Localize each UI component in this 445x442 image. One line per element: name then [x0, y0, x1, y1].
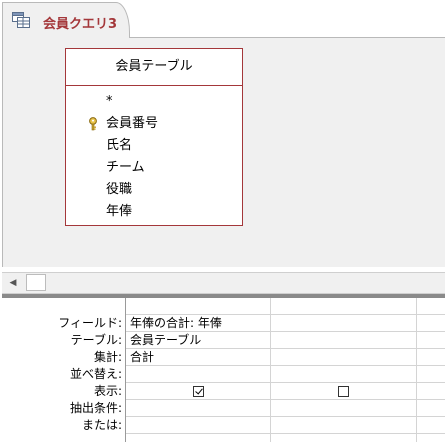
cell-or[interactable]: [126, 417, 270, 434]
field-label: チーム: [106, 160, 145, 175]
query-design-pane: 会員テーブル * 会員番号 氏名 チーム 役職 年俸: [2, 38, 445, 267]
table-field-list[interactable]: 会員テーブル * 会員番号 氏名 チーム 役職 年俸: [65, 48, 243, 226]
field-list: * 会員番号 氏名 チーム 役職 年俸: [66, 91, 242, 223]
query-tab[interactable]: 会員クエリ3: [2, 2, 130, 38]
show-checkbox[interactable]: [192, 386, 204, 397]
grid-column-2: [270, 298, 416, 442]
show-checkbox[interactable]: [338, 386, 349, 397]
cell-sort[interactable]: [271, 366, 416, 383]
cell-or[interactable]: [417, 417, 445, 434]
cell-criteria[interactable]: [417, 400, 445, 417]
row-label-or: または:: [81, 418, 122, 432]
row-label-sort: 並べ替え:: [69, 367, 122, 381]
row-label-criteria: 抽出条件:: [69, 401, 122, 415]
cell-table[interactable]: 会員テーブル: [126, 332, 270, 349]
grid-column-3: [416, 298, 445, 442]
field-label: 氏名: [106, 138, 133, 153]
column-selector[interactable]: [271, 298, 416, 315]
cell-show[interactable]: [417, 383, 445, 400]
field-label: *: [106, 94, 113, 109]
row-label-total: 集計:: [93, 350, 122, 364]
column-selector[interactable]: [126, 298, 270, 315]
cell-or[interactable]: [271, 417, 416, 434]
design-horizontal-scrollbar[interactable]: ◀: [2, 272, 445, 294]
grid-row-labels: フィールド: テーブル: 集計: 並べ替え: 表示: 抽出条件: または:: [2, 315, 122, 434]
cell-sort[interactable]: [417, 366, 445, 383]
primary-key-icon: [88, 117, 100, 131]
field-label: 役職: [106, 182, 133, 197]
row-label-table: テーブル:: [70, 333, 122, 347]
cell-total[interactable]: [271, 349, 416, 366]
field-item-salary[interactable]: 年俸: [66, 201, 242, 223]
field-item-name[interactable]: 氏名: [66, 135, 242, 157]
field-label: 会員番号: [106, 116, 159, 131]
field-item-member-number[interactable]: 会員番号: [66, 113, 242, 135]
cell-criteria[interactable]: [271, 400, 416, 417]
field-item-team[interactable]: チーム: [66, 157, 242, 179]
cell-sort[interactable]: [126, 366, 270, 383]
cell-field[interactable]: [271, 315, 416, 332]
cell-total[interactable]: 合計: [126, 349, 270, 366]
cell-table[interactable]: [271, 332, 416, 349]
query-icon: [12, 12, 30, 28]
row-label-field: フィールド:: [58, 316, 122, 330]
field-item-all[interactable]: *: [66, 91, 242, 113]
column-selector[interactable]: [417, 298, 445, 315]
scroll-thumb[interactable]: [26, 274, 46, 291]
tab-title: 会員クエリ3: [43, 17, 118, 32]
grid-columns: 年俸の合計: 年俸 会員テーブル 合計: [125, 298, 445, 442]
cell-show: [271, 383, 416, 400]
scroll-left-arrow-icon[interactable]: ◀: [5, 275, 21, 291]
cell-total[interactable]: [417, 349, 445, 366]
cell-criteria[interactable]: [126, 400, 270, 417]
cell-field[interactable]: 年俸の合計: 年俸: [126, 315, 270, 332]
query-design-grid: フィールド: テーブル: 集計: 並べ替え: 表示: 抽出条件: または: 年俸…: [2, 298, 445, 442]
field-item-position[interactable]: 役職: [66, 179, 242, 201]
grid-column-1: 年俸の合計: 年俸 会員テーブル 合計: [126, 298, 270, 442]
cell-show: [126, 383, 270, 400]
cell-field[interactable]: [417, 315, 445, 332]
cell-table[interactable]: [417, 332, 445, 349]
field-label: 年俸: [106, 204, 133, 219]
row-label-show: 表示:: [93, 384, 122, 398]
table-title: 会員テーブル: [66, 49, 242, 86]
document-tab-strip: 会員クエリ3: [0, 0, 445, 38]
